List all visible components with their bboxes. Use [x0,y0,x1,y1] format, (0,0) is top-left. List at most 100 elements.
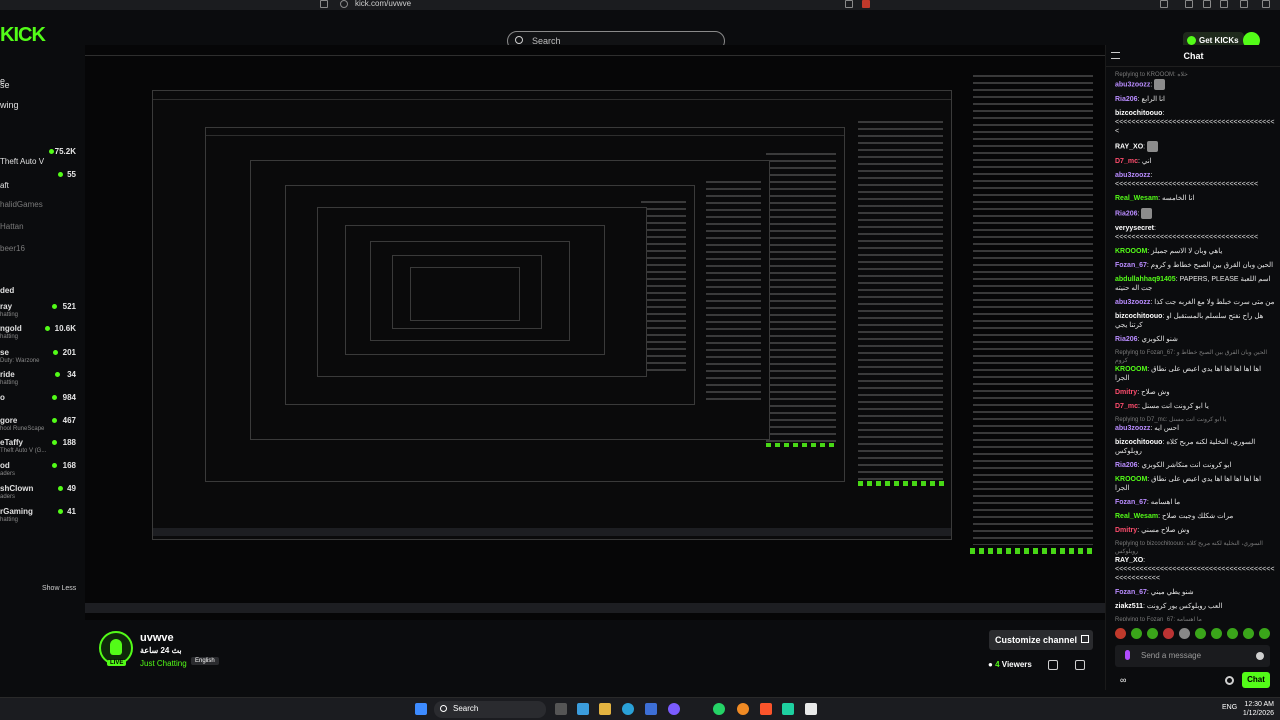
extensions-icon[interactable] [1185,0,1193,8]
chat-message[interactable]: Replying to bizcochitoouo: السوري، النخل… [1115,540,1275,583]
taskbar-search[interactable]: Search [434,701,546,718]
chat-message[interactable]: D7_mc: اني [1115,157,1275,166]
share-icon[interactable] [1048,660,1058,670]
chat-message[interactable]: Fozan_67: ما اهسامه [1115,498,1275,507]
chat-message[interactable]: Replying to Fozan_67: ما اهسامهKROOOM: ا… [1115,616,1275,621]
mic-icon[interactable] [1125,650,1130,660]
sidebar-item-name[interactable]: eTaffy [0,438,23,447]
sidebar-nav-following[interactable]: wing [0,100,19,110]
notepad-icon[interactable] [805,703,817,715]
sidebar-item-name[interactable]: Theft Auto V [0,157,44,166]
chat-username[interactable]: Ria206 [1115,210,1138,217]
emote-icon[interactable] [1163,628,1174,639]
chat-message[interactable]: KROOOM: ياهي وبان لا الاسم جميلز [1115,247,1275,256]
kick-logo[interactable]: KICK [0,24,46,47]
sidebar-item-name[interactable]: gore [0,416,17,425]
chat-username[interactable]: Ria206 [1115,96,1138,103]
chat-message[interactable]: abu3zoozz: <<<<<<<<<<<<<<<<<<<<<<<<<<<<<… [1115,171,1275,189]
system-clock[interactable]: 12:30 AM 1/12/2026 [1240,700,1274,718]
chat-message[interactable]: Replying to KROOOM: خلاه abu3zoozz: [1115,71,1275,90]
emote-icon[interactable] [1195,628,1206,639]
downloads-icon[interactable] [1220,0,1228,8]
menu-icon[interactable] [1262,0,1270,8]
sidebar-item-name[interactable]: aft [0,181,9,190]
chat-username[interactable]: abu3zoozz [1115,81,1150,88]
chat-username[interactable]: bizcochitoouo [1115,313,1162,320]
language-tag[interactable]: English [191,657,219,665]
video-player[interactable] [85,45,1105,620]
file-explorer-icon[interactable] [599,703,611,715]
chat-username[interactable]: Real_Wesam [1115,513,1158,520]
chat-username[interactable]: abdullahhaq91405 [1115,276,1176,283]
brave-icon[interactable] [760,703,772,715]
chat-message[interactable]: Ria206: انا الرابع [1115,95,1275,104]
app-icon[interactable] [782,703,794,715]
chat-message[interactable]: RAY_XO: [1115,141,1275,152]
chat-username[interactable]: Dmitry [1115,527,1137,534]
chat-message[interactable]: KROOOM: اها اها اها اها اها يدي اعيض على… [1115,475,1275,493]
chat-username[interactable]: RAY_XO [1115,143,1143,150]
chat-username[interactable]: veryysecret [1115,225,1154,232]
store-icon[interactable] [645,703,657,715]
chat-message[interactable]: bizcochitoouo: السوري، النخلية لكنه مربح… [1115,438,1275,456]
sidebar-item-name[interactable]: shClown [0,484,33,493]
chat-message[interactable]: Replying to D7_mc: يا ابو كرونت انت مسنل… [1115,416,1275,433]
chat-username[interactable]: D7_mc [1115,158,1138,165]
brave-shield-icon[interactable] [862,0,870,8]
chat-username[interactable]: Dmitry [1115,389,1137,396]
task-view-icon[interactable] [555,703,567,715]
chat-message[interactable]: ziakz511: العب روبلوكس يور كرونت [1115,602,1275,611]
chat-username[interactable]: abu3zoozz [1115,425,1150,432]
channel-name[interactable]: uvwve [140,632,174,644]
sidebar-item-name[interactable]: halidGames [0,200,43,209]
chat-username[interactable]: KROOOM [1115,366,1147,373]
emote-icon[interactable] [1211,628,1222,639]
chat-username[interactable]: Ria206 [1115,336,1138,343]
chat-username[interactable]: Fozan_67 [1115,499,1147,506]
chat-message[interactable]: Ria206: ابو كرونت انت منكاشر الكوبزي [1115,461,1275,470]
send-chat-button[interactable]: Chat [1242,672,1270,688]
sidebar-item-name[interactable]: se [0,348,9,357]
chat-username[interactable]: KROOOM [1115,476,1147,483]
emote-icon[interactable] [1227,628,1238,639]
chat-username[interactable]: Ria206 [1115,462,1138,469]
windows-start-icon[interactable] [415,703,427,715]
chat-username[interactable]: Real_Wesam [1115,195,1158,202]
chat-message[interactable]: Dmitry: وش صلاح مسني [1115,526,1275,535]
sidebar-item-name[interactable]: ngold [0,324,22,333]
bookmark-icon[interactable] [320,0,328,8]
whatsapp-icon[interactable] [713,703,725,715]
chat-message[interactable]: abdullahhaq91405: PAPERS, PLEASE اسم الل… [1115,275,1275,293]
chat-message[interactable]: Real_Wesam: مرات شكلك وجبت صلاح [1115,512,1275,521]
sidebar-item-name[interactable]: beer16 [0,244,25,253]
firefox-icon[interactable] [737,703,749,715]
chat-username[interactable]: ziakz511 [1115,603,1143,610]
sidebar-toggle-icon[interactable] [1160,0,1168,8]
chat-username[interactable]: RAY_XO [1115,557,1143,564]
chat-message[interactable]: abu3zoozz: من متى سرت خبلط ولا مع الغربه… [1115,298,1275,307]
chat-message[interactable]: bizcochitoouo: هل راح نفتح سلسلم بالمستق… [1115,312,1275,330]
emote-icon[interactable] [1259,628,1270,639]
tab-icon[interactable] [1203,0,1211,8]
input-language[interactable]: ENG [1222,704,1237,711]
emote-icon[interactable] [1243,628,1254,639]
emote-icon[interactable] [1147,628,1158,639]
copilot-icon[interactable] [577,703,589,715]
gear-icon[interactable] [1225,676,1234,685]
sidebar-item-name[interactable]: Hattan [0,222,24,231]
infinity-icon[interactable]: ∞ [1120,675,1126,685]
chat-message[interactable]: D7_mc: يا ابو كرونت انت مسنل [1115,402,1275,411]
chat-username[interactable]: Fozan_67 [1115,589,1147,596]
chat-message[interactable]: Ria206: [1115,208,1275,219]
discord-icon[interactable] [668,703,680,715]
site-info-icon[interactable] [340,0,348,8]
chat-username[interactable]: abu3zoozz [1115,299,1150,306]
sidebar-nav-browse[interactable]: se [0,80,10,90]
emote-icon[interactable] [1115,628,1126,639]
chat-message[interactable]: bizcochitoouo: <<<<<<<<<<<<<<<<<<<<<<<<<… [1115,109,1275,136]
wallet-icon[interactable] [1240,0,1248,8]
emote-icon[interactable] [1131,628,1142,639]
sidebar-item-name[interactable]: ride [0,370,15,379]
customize-channel-button[interactable]: Customize channel [989,630,1094,650]
sidebar-item-name[interactable]: o [0,393,5,402]
